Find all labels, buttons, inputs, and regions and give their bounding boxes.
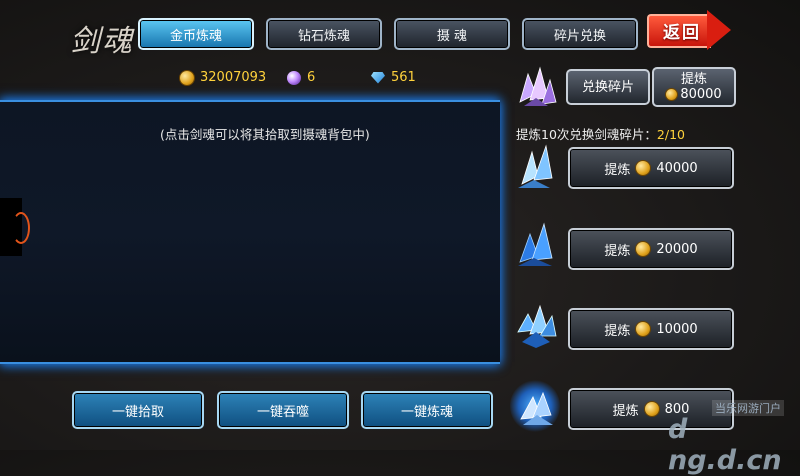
gold-coin-icon	[666, 89, 678, 100]
gold-coin-icon	[180, 70, 194, 85]
tab-soul-capture[interactable]: 摄 魂	[394, 18, 510, 50]
crystal-tier3-icon	[517, 304, 557, 348]
gold-coin-icon	[636, 161, 651, 175]
refine-cost: 40000	[656, 160, 698, 176]
refine-40000-button[interactable]: 提炼 40000	[568, 147, 734, 189]
fragment-refine-button[interactable]: 提炼 80000	[652, 67, 736, 107]
pickup-hint: (点击剑魂可以将其拾取到摄魂背包中)	[160, 127, 370, 142]
refine-counter: 提炼10次兑换剑魂碎片：2/10	[516, 124, 685, 143]
page-title: 剑魂	[70, 24, 134, 59]
tab-gold-refine[interactable]: 金币炼魂	[138, 18, 254, 50]
refine-label: 提炼	[604, 243, 631, 259]
back-button[interactable]: 返回	[647, 10, 731, 50]
devour-all-button[interactable]: 一键吞噬	[217, 391, 349, 429]
pickup-all-button[interactable]: 一键拾取	[72, 391, 204, 429]
refine-cost: 20000	[656, 241, 698, 257]
refine-label: 提炼	[604, 323, 631, 339]
edge-arrow-icon	[0, 198, 30, 256]
diamond-icon	[371, 71, 385, 84]
watermark: 当乐网游门户 d ng.d.cn	[668, 400, 800, 476]
fragment-refine-cost: 80000	[680, 87, 722, 102]
refine-label: 提炼	[604, 162, 631, 178]
refine-all-button[interactable]: 一键炼魂	[361, 391, 493, 429]
refine-cost: 10000	[656, 321, 698, 337]
refine-counter-label: 提炼10次兑换剑魂碎片：	[516, 127, 657, 142]
soul-orb-value: 6	[307, 70, 316, 85]
refine-20000-button[interactable]: 提炼 20000	[568, 228, 734, 270]
fragment-crystal-icon	[519, 66, 557, 106]
diamond-counter: 561	[371, 70, 416, 85]
gold-coin-icon	[636, 242, 651, 256]
soul-orb-counter: 6	[287, 70, 315, 85]
tab-diamond-refine[interactable]: 钻石炼魂	[266, 18, 382, 50]
fragment-refine-label: 提炼	[680, 72, 707, 87]
gold-coin-icon	[636, 322, 651, 336]
gold-coin-icon	[644, 402, 659, 416]
crystal-tier2-icon	[518, 222, 553, 266]
refine-label: 提炼	[612, 403, 639, 419]
exchange-fragment-button[interactable]: 兑换碎片	[566, 69, 650, 105]
refine-counter-value: 2/10	[656, 127, 685, 142]
diamond-value: 561	[391, 70, 416, 85]
watermark-line2: d ng.d.cn	[668, 414, 782, 476]
gold-value: 32007093	[200, 70, 267, 85]
tab-fragment-exchange[interactable]: 碎片兑换	[522, 18, 638, 50]
crystal-tier4-icon	[520, 391, 553, 425]
soul-orb-icon	[287, 70, 301, 85]
crystal-tier1-icon	[518, 144, 553, 188]
back-label: 返回	[663, 23, 701, 43]
gold-counter: 32007093	[180, 70, 266, 85]
refine-10000-button[interactable]: 提炼 10000	[568, 308, 734, 350]
